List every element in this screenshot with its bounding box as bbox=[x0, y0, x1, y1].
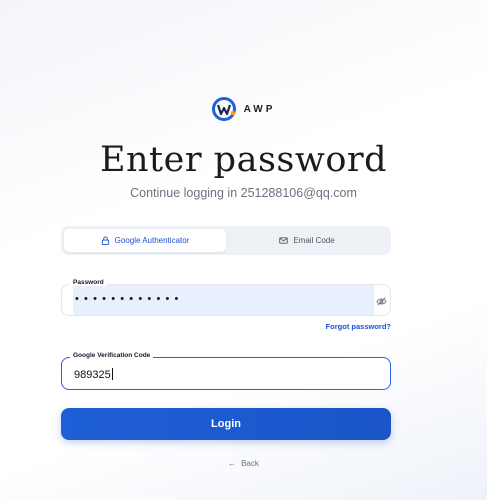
verification-code-field[interactable]: 989325 bbox=[61, 357, 391, 390]
mail-icon bbox=[279, 237, 289, 244]
back-label: Back bbox=[241, 459, 259, 468]
password-field[interactable]: •••••••••••• bbox=[61, 284, 391, 316]
awp-w-logo-icon bbox=[211, 97, 236, 121]
verification-code-value: 989325 bbox=[74, 368, 113, 381]
login-button[interactable]: Login bbox=[61, 408, 391, 440]
arrow-left-icon: ← bbox=[228, 459, 237, 468]
back-link[interactable]: ← Back bbox=[0, 459, 487, 468]
lock-icon bbox=[101, 236, 109, 245]
tab-google-authenticator[interactable]: Google Authenticator bbox=[64, 229, 226, 252]
forgot-password-link[interactable]: Forgot password? bbox=[326, 322, 391, 331]
brand-logo: AWP bbox=[0, 96, 487, 122]
verification-code-label: Google Verification Code bbox=[70, 352, 154, 359]
tab-label: Google Authenticator bbox=[114, 236, 190, 245]
eye-off-icon[interactable] bbox=[376, 296, 387, 307]
page-title: Enter password bbox=[99, 140, 388, 180]
tab-label: Email Code bbox=[293, 236, 335, 245]
brand-name: AWP bbox=[243, 103, 276, 115]
page-subtitle: Continue logging in 251288106@qq.com bbox=[130, 186, 357, 200]
auth-method-tabs: Google Authenticator Email Code bbox=[61, 226, 391, 255]
text-caret bbox=[111, 368, 113, 380]
tab-email-code[interactable]: Email Code bbox=[226, 229, 388, 252]
password-label: Password bbox=[70, 279, 107, 286]
password-value: •••••••••••• bbox=[75, 293, 184, 305]
